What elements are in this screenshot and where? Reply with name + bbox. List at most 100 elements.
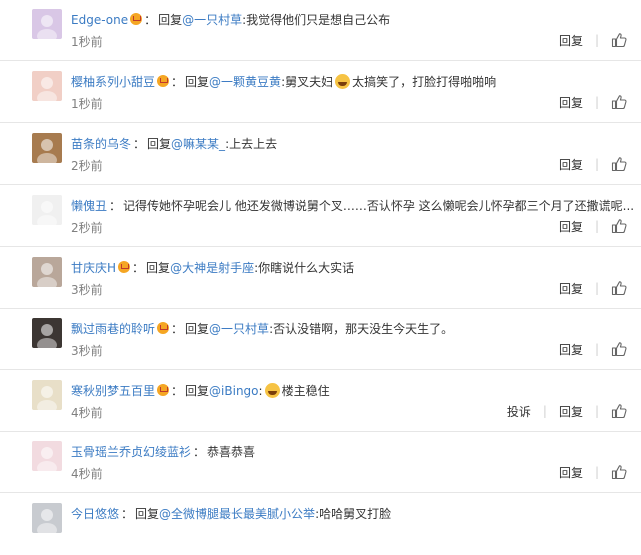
thumbs-up-icon[interactable] [611,280,627,296]
username-link[interactable]: 玉骨瑶兰乔贞幻绫蓝衫 [71,445,191,459]
avatar[interactable] [32,9,62,39]
mention-link[interactable]: @一只村草 [209,322,269,336]
comment-text: :我觉得他们只是想自己公布 [242,13,391,27]
action-divider: | [594,219,599,233]
comment-text: :上去上去 [225,137,278,151]
comment-item: 飘过雨巷的聆听：回复@一只村草:否认没错啊，那天没生今天生了。 3秒前 回复 | [0,309,641,370]
reply-button[interactable]: 回复 [559,341,583,358]
comment-line: 苗条的乌冬：回复@嘛某某_:上去上去 [71,134,277,154]
report-button[interactable]: 投诉 [507,403,531,420]
comment-text: :否认没错啊，那天没生今天生了。 [269,322,454,336]
comment-line: 寒秋别梦五百里 ：回复@iBingo: 楼主稳住 [71,381,330,401]
comment-actions: 回复 | [559,216,627,236]
reply-keyword: 回复 [185,384,210,398]
username-link[interactable]: Edge-one [71,13,128,27]
username-link[interactable]: 懒傀丑 [71,199,107,213]
comment-text-continued: 太搞笑了，打脸打得啪啪响 [352,75,497,89]
comment-line: 樱柚系列小甜豆 ：回复@一颗黄豆黄:舅叉夫妇 太搞笑了，打脸打得啪啪响 [71,72,496,92]
colon-separator: ： [171,384,184,398]
mention-link[interactable]: @全微博腿最长最美腻小公举 [159,507,315,521]
comment-item: 寒秋别梦五百里：回复@iBingo: 楼主稳住 4秒前 投诉 | 回复 | [0,371,641,432]
avatar[interactable] [32,195,62,225]
avatar[interactable] [32,71,62,101]
comment-actions: 回复 | [559,30,627,50]
timestamp: 4秒前 [71,467,103,481]
colon-separator: ： [133,137,146,151]
comment-actions: 回复 | [559,339,627,359]
thumbs-up-icon[interactable] [611,156,627,172]
username-link[interactable]: 苗条的乌冬 [71,137,131,151]
avatar[interactable] [32,318,62,348]
comment-text-continued: 楼主稳住 [281,384,330,398]
action-divider: | [594,465,599,479]
colon-separator: ： [171,75,184,89]
thumbs-up-icon[interactable] [611,341,627,357]
comment-line: 今日悠悠：回复@全微博腿最长最美腻小公举:哈哈舅叉打脸 [71,504,391,524]
timestamp: 3秒前 [71,344,103,358]
comment-item: Edge-one：回复@一只村草:我觉得他们只是想自己公布 1秒前 回复 | [0,0,641,61]
comment-actions: 投诉 | 回复 | [507,401,627,421]
mention-link[interactable]: @大神是射手座 [170,261,254,275]
action-divider: | [542,404,547,418]
reply-keyword: 回复 [185,75,210,89]
action-divider: | [594,33,599,47]
thumbs-up-icon[interactable] [611,464,627,480]
colon-separator: ： [132,261,145,275]
reply-button[interactable]: 回复 [559,464,583,481]
mention-link[interactable]: @一颗黄豆黄 [209,75,281,89]
username-link[interactable]: 今日悠悠 [71,507,119,521]
reply-button[interactable]: 回复 [559,32,583,49]
thumbs-up-icon[interactable] [611,218,627,234]
timestamp: 3秒前 [71,283,103,297]
action-divider: | [594,157,599,171]
reply-button[interactable]: 回复 [559,218,583,235]
action-divider: | [594,281,599,295]
comment-feed: Edge-one：回复@一只村草:我觉得他们只是想自己公布 1秒前 回复 | 樱柚系列小… [0,0,641,533]
username-link[interactable]: 樱柚系列小甜豆 [71,75,155,89]
mention-link[interactable]: @iBingo [209,384,258,398]
timestamp: 1秒前 [71,35,103,49]
comment-text: :哈哈舅叉打脸 [315,507,392,521]
comment-text: 恭喜恭喜 [207,445,256,459]
comment-item: 今日悠悠：回复@全微博腿最长最美腻小公举:哈哈舅叉打脸 [0,494,641,555]
comment-line: 懒傀丑：记得传她怀孕呢会儿 他还发微博说舅个叉……否认怀孕 这么懒呢会儿怀孕都三… [71,196,634,216]
avatar[interactable] [32,257,62,287]
username-link[interactable]: 飘过雨巷的聆听 [71,322,155,336]
reply-button[interactable]: 回复 [559,403,583,420]
username-link[interactable]: 甘庆庆H [71,261,116,275]
reply-button[interactable]: 回复 [559,280,583,297]
reply-button[interactable]: 回复 [559,94,583,111]
action-divider: | [594,95,599,109]
laughing-emoji-icon [264,383,280,398]
avatar[interactable] [32,503,62,533]
comment-actions: 回复 | [559,278,627,298]
vip-crown-icon [130,13,143,25]
username-link[interactable]: 寒秋别梦五百里 [71,384,155,398]
comment-item: 甘庆庆H：回复@大神是射手座:你瞎说什么大实话 3秒前 回复 | [0,248,641,309]
vip-crown-icon [118,261,131,273]
colon-separator: ： [171,322,184,336]
vip-crown-icon [157,75,170,87]
comment-text: :舅叉夫妇 [281,75,334,89]
comment-actions: 回复 | [559,154,627,174]
colon-separator: ： [121,507,134,521]
reply-keyword: 回复 [185,322,210,336]
avatar[interactable] [32,133,62,163]
timestamp: 1秒前 [71,97,103,111]
vip-crown-icon [157,322,170,334]
reply-keyword: 回复 [146,261,171,275]
comment-text: 记得传她怀孕呢会儿 他还发微博说舅个叉……否认怀孕 这么懒呢会儿怀孕都三个月了还… [123,199,635,213]
avatar[interactable] [32,380,62,410]
colon-separator: ： [193,445,206,459]
thumbs-up-icon[interactable] [611,94,627,110]
mention-link[interactable]: @嘛某某_ [171,137,225,151]
comment-item: 樱柚系列小甜豆：回复@一颗黄豆黄:舅叉夫妇 太搞笑了，打脸打得啪啪响 1秒前 回复 | [0,62,641,123]
avatar[interactable] [32,441,62,471]
reply-button[interactable]: 回复 [559,156,583,173]
comment-actions: 回复 | [559,92,627,112]
thumbs-up-icon[interactable] [611,32,627,48]
mention-link[interactable]: @一只村草 [182,13,242,27]
timestamp: 2秒前 [71,221,103,235]
reply-keyword: 回复 [135,507,160,521]
thumbs-up-icon[interactable] [611,403,627,419]
